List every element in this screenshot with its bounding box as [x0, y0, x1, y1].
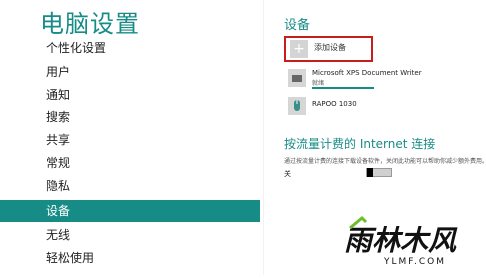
sidebar-item-label: 轻松使用 [46, 251, 95, 265]
sidebar-item-personalize[interactable]: 个性化设置 [0, 37, 260, 59]
mouse-icon [288, 97, 306, 115]
sidebar-item-label: 个性化设置 [46, 41, 107, 55]
add-device-button[interactable]: + 添加设备 [284, 36, 373, 62]
section-title: 设备 [284, 18, 311, 33]
watermark-logo: 雨林木风 YLMF.COM [340, 214, 480, 274]
sidebar-item-label: 搜索 [46, 110, 71, 124]
sidebar-item-devices[interactable]: 设备 [0, 200, 260, 222]
sidebar-item-label: 用户 [46, 65, 71, 79]
device-name: RAPOO 1030 [312, 100, 357, 108]
svg-text:YLMF.COM: YLMF.COM [383, 257, 446, 267]
add-device-label: 添加设备 [314, 43, 346, 52]
device-status: 就绪 [312, 80, 325, 87]
sidebar-item-label: 设备 [46, 204, 71, 218]
sidebar-item-label: 通知 [46, 88, 71, 102]
sidebar-item-ease-of-access[interactable]: 轻松使用 [0, 247, 260, 269]
device-item-rapoo-1030[interactable]: RAPOO 1030 [288, 97, 478, 123]
sidebar-item-privacy[interactable]: 隐私 [0, 175, 260, 197]
device-status-bar [312, 87, 374, 89]
sidebar-item-label: 无线 [46, 228, 71, 242]
metered-connection-toggle[interactable] [366, 168, 392, 177]
toggle-knob [367, 168, 373, 177]
metered-toggle-label: 关 [284, 170, 291, 178]
sidebar-item-notifications[interactable]: 通知 [0, 84, 260, 106]
printer-icon [288, 69, 306, 87]
page-title: 电脑设置 [40, 10, 140, 38]
metered-connection-description: 通过按流量计费的连接下载设备软件，关闭此功能可以帮助你减少额外费用。 [284, 158, 486, 165]
sidebar-item-label: 常规 [46, 156, 71, 170]
sidebar-item-wireless[interactable]: 无线 [0, 224, 260, 246]
sidebar-item-users[interactable]: 用户 [0, 61, 260, 83]
pane-divider [263, 0, 264, 275]
sidebar-item-share[interactable]: 共享 [0, 129, 260, 151]
sidebar-item-label: 隐私 [46, 179, 71, 193]
sidebar-item-search[interactable]: 搜索 [0, 106, 260, 128]
settings-sidebar: 电脑设置 个性化设置 用户 通知 搜索 共享 常规 隐私 设备 无线 轻松使用 [0, 0, 260, 275]
svg-text:雨林木风: 雨林木风 [344, 224, 458, 257]
sidebar-item-general[interactable]: 常规 [0, 152, 260, 174]
device-name: Microsoft XPS Document Writer [312, 69, 422, 77]
plus-icon: + [290, 40, 308, 58]
metered-connection-title: 按流量计费的 Internet 连接 [284, 137, 436, 151]
sidebar-item-label: 共享 [46, 133, 71, 147]
device-item-xps-writer[interactable]: Microsoft XPS Document Writer 就绪 [288, 69, 478, 95]
